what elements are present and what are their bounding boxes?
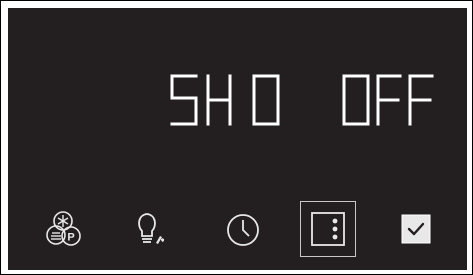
light-button[interactable] bbox=[131, 210, 169, 248]
spa-pump-icon: P bbox=[46, 211, 81, 246]
confirm-button[interactable] bbox=[397, 210, 435, 248]
segment-O bbox=[342, 74, 370, 126]
spa-pump-button[interactable]: P bbox=[44, 210, 82, 248]
timer-button[interactable] bbox=[224, 210, 262, 248]
svg-text:P: P bbox=[67, 232, 74, 244]
selection-frame bbox=[300, 201, 356, 257]
segment-S bbox=[170, 74, 198, 126]
main-readout-text: SH 0 bbox=[8, 70, 9, 71]
status-readout-text: OFF bbox=[8, 70, 9, 71]
status-readout bbox=[342, 74, 434, 126]
checkmark-icon bbox=[401, 214, 431, 244]
menu-button[interactable] bbox=[300, 201, 356, 257]
control-panel-frame: SH 0 OFF bbox=[0, 0, 473, 275]
control-panel: SH 0 OFF bbox=[8, 8, 467, 270]
light-bulb-icon bbox=[138, 213, 165, 244]
segment-0 bbox=[252, 74, 280, 126]
clock-icon bbox=[227, 214, 259, 246]
lcd-display: SH 0 OFF bbox=[8, 70, 467, 130]
main-readout bbox=[170, 74, 280, 126]
